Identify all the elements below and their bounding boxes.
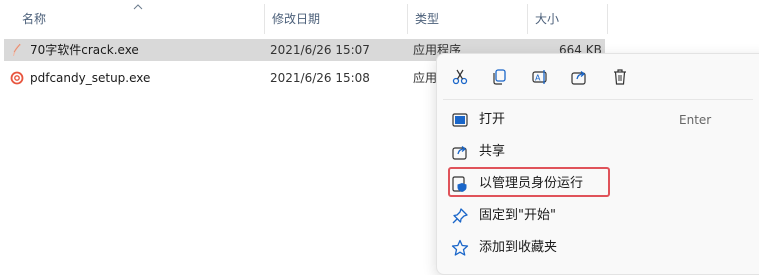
pin-icon bbox=[452, 208, 468, 224]
file-modified: 2021/6/26 15:07 bbox=[270, 43, 370, 57]
rename-icon: A bbox=[532, 70, 547, 84]
file-name: 70字软件crack.exe bbox=[30, 43, 139, 57]
menu-item-label: 共享 bbox=[479, 144, 506, 159]
share-button[interactable] bbox=[566, 66, 592, 88]
menu-item-label: 打开 bbox=[479, 112, 506, 127]
menu-item-pin-to-start[interactable]: 固定到"开始" bbox=[443, 201, 753, 231]
column-size-label: 大小 bbox=[535, 12, 560, 26]
column-type[interactable]: 类型 bbox=[407, 0, 527, 34]
exe-feather-icon bbox=[13, 43, 21, 56]
cut-icon bbox=[452, 69, 468, 85]
column-modified-label: 修改日期 bbox=[272, 12, 321, 26]
file-name: pdfcandy_setup.exe bbox=[30, 71, 151, 85]
share-icon bbox=[452, 146, 467, 160]
column-size[interactable]: 大小 bbox=[527, 0, 607, 34]
menu-item-label: 固定到"开始" bbox=[479, 208, 556, 223]
context-menu: A 打开 Enter 共享 以管理员身份运行 固定到"开始" 添加到收藏夹 bbox=[436, 53, 759, 275]
file-modified: 2021/6/26 15:08 bbox=[270, 71, 370, 85]
menu-item-open[interactable]: 打开 Enter bbox=[443, 105, 753, 135]
delete-button[interactable] bbox=[607, 66, 633, 88]
share-icon bbox=[571, 71, 586, 85]
column-modified[interactable]: 修改日期 bbox=[264, 0, 407, 34]
delete-icon bbox=[614, 69, 626, 85]
column-name-label: 名称 bbox=[22, 12, 47, 26]
cut-button[interactable] bbox=[447, 66, 473, 88]
rename-button[interactable]: A bbox=[527, 66, 553, 88]
menu-item-share[interactable]: 共享 bbox=[443, 137, 753, 167]
svg-text:A: A bbox=[535, 74, 541, 83]
sort-ascending-icon bbox=[133, 4, 143, 10]
column-type-label: 类型 bbox=[415, 12, 440, 26]
highlight-annotation bbox=[448, 167, 610, 197]
column-header: 名称 修改日期 类型 大小 bbox=[0, 0, 759, 34]
open-icon bbox=[452, 113, 468, 127]
menu-item-add-to-favorites[interactable]: 添加到收藏夹 bbox=[443, 233, 753, 263]
copy-icon bbox=[493, 69, 506, 85]
copy-button[interactable] bbox=[486, 66, 512, 88]
menu-divider bbox=[443, 99, 753, 100]
menu-item-label: 添加到收藏夹 bbox=[479, 240, 558, 255]
star-icon bbox=[451, 239, 469, 256]
pdfcandy-icon bbox=[10, 71, 24, 85]
column-separator[interactable] bbox=[607, 4, 608, 34]
menu-item-shortcut: Enter bbox=[679, 113, 712, 127]
